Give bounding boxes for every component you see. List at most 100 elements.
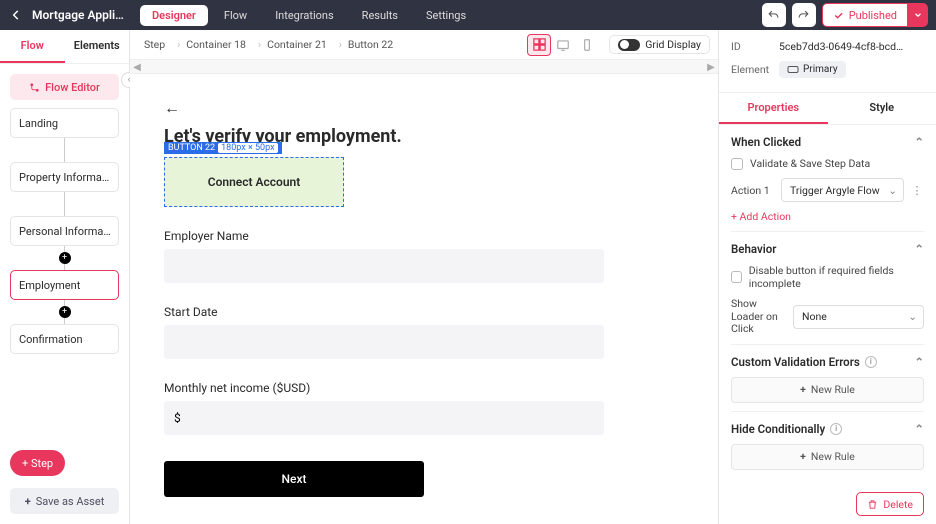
info-icon[interactable]: i <box>830 423 842 435</box>
delete-button[interactable]: Delete <box>856 492 924 516</box>
action1-menu-button[interactable]: ⋮ <box>910 184 924 197</box>
step-confirmation[interactable]: Confirmation <box>10 324 119 354</box>
publish-button[interactable]: Published <box>822 3 908 27</box>
add-action-link[interactable]: + Add Action <box>731 210 791 223</box>
panel-tab-style[interactable]: Style <box>828 93 936 124</box>
app-title: Mortgage Applic… <box>32 8 128 22</box>
add-step-inline-icon[interactable]: + <box>59 252 71 264</box>
validate-checkbox-row: Validate & Save Step Data <box>731 157 924 170</box>
viewport-desktop-button[interactable] <box>527 34 551 56</box>
undo-icon <box>767 9 780 22</box>
desktop-icon <box>532 37 547 52</box>
step-personal[interactable]: Personal Informa… <box>10 216 119 246</box>
element-type-chip[interactable]: Primary <box>779 61 846 78</box>
crumb-button22[interactable]: Button 22 <box>333 36 399 53</box>
cve-new-rule-button[interactable]: +New Rule <box>731 377 924 403</box>
publish-label: Published <box>849 9 897 22</box>
tab-designer[interactable]: Designer <box>140 5 208 26</box>
loader-select[interactable]: None <box>793 305 924 329</box>
loader-label: Show Loader on Click <box>731 298 787 336</box>
step-connector <box>10 138 119 162</box>
back-button[interactable] <box>8 7 24 23</box>
validate-label: Validate & Save Step Data <box>750 157 870 170</box>
step-connector[interactable]: + <box>10 300 119 324</box>
step-connector <box>10 192 119 216</box>
arrow-left-icon <box>9 8 23 22</box>
undo-button[interactable] <box>762 3 786 27</box>
income-input[interactable] <box>164 401 604 435</box>
crumb-c21[interactable]: Container 21 <box>252 36 333 53</box>
section-when-clicked: When Clicked⌃ Validate & Save Step Data … <box>731 125 924 232</box>
employer-label: Employer Name <box>164 229 684 243</box>
check-icon <box>833 10 844 21</box>
selection-label: BUTTON 22 180px × 50px <box>164 142 282 154</box>
redo-icon <box>797 9 810 22</box>
sidebar-tab-flow[interactable]: Flow <box>0 30 65 63</box>
section-header-when-clicked[interactable]: When Clicked⌃ <box>731 135 924 149</box>
id-value: 5ceb7dd3-0649-4cf8-bcd… <box>779 40 924 53</box>
publish-dropdown[interactable] <box>908 3 928 27</box>
crumb-step[interactable]: Step <box>138 36 171 53</box>
redo-button[interactable] <box>792 3 816 27</box>
ruler-left-button[interactable]: ◀ <box>130 60 144 74</box>
crumb-c18[interactable]: Container 18 <box>171 36 252 53</box>
disable-checkbox-row: Disable button if required fields incomp… <box>731 264 924 290</box>
flow-editor-button[interactable]: Flow Editor <box>10 74 119 100</box>
selected-element-wrapper[interactable]: BUTTON 22 180px × 50px Connect Account <box>164 157 344 207</box>
section-cve: Custom Validation Errors i ⌃ +New Rule <box>731 345 924 412</box>
action1-label: Action 1 <box>731 184 775 197</box>
id-label: ID <box>731 40 779 53</box>
section-header-hide[interactable]: Hide Conditionally i ⌃ <box>731 422 924 436</box>
flow-editor-label: Flow Editor <box>45 81 100 94</box>
button-icon <box>787 65 799 74</box>
grid-display-label: Grid Display <box>645 38 701 51</box>
sidebar-tab-elements[interactable]: Elements <box>65 30 130 63</box>
right-panel: ID 5ceb7dd3-0649-4cf8-bcd… Element Prima… <box>718 30 936 524</box>
save-as-asset-button[interactable]: +Save as Asset <box>10 488 119 514</box>
employer-input[interactable] <box>164 249 604 283</box>
chevron-down-icon <box>913 10 923 20</box>
form-back-button[interactable]: ← <box>164 98 684 118</box>
section-header-behavior[interactable]: Behavior⌃ <box>731 242 924 256</box>
viewport-mobile-button[interactable] <box>575 34 599 56</box>
step-connector[interactable]: + <box>10 246 119 270</box>
ruler-right-button[interactable]: ▶ <box>704 60 718 74</box>
top-nav-tabs: Designer Flow Integrations Results Setti… <box>140 5 478 26</box>
start-date-input[interactable] <box>164 325 604 359</box>
viewport-tablet-button[interactable] <box>551 34 575 56</box>
element-label: Element <box>731 63 779 76</box>
canvas-area: Step Container 18 Container 21 Button 22… <box>130 30 718 524</box>
grid-display-toggle[interactable]: Grid Display <box>609 35 710 54</box>
step-property[interactable]: Property Informa… <box>10 162 119 192</box>
hide-new-rule-button[interactable]: +New Rule <box>731 444 924 470</box>
section-hide: Hide Conditionally i ⌃ +New Rule <box>731 412 924 478</box>
step-landing[interactable]: Landing <box>10 108 119 138</box>
validate-checkbox[interactable] <box>731 158 743 170</box>
left-sidebar: Flow Elements Flow Editor Landing Proper… <box>0 30 130 524</box>
tab-settings[interactable]: Settings <box>414 5 478 26</box>
trash-icon <box>867 499 878 510</box>
next-button[interactable]: Next <box>164 461 424 497</box>
top-bar: Mortgage Applic… Designer Flow Integrati… <box>0 0 936 30</box>
section-header-cve[interactable]: Custom Validation Errors i ⌃ <box>731 355 924 369</box>
mobile-icon <box>580 38 594 52</box>
tablet-icon <box>556 38 570 52</box>
canvas[interactable]: ← Let's verify your employment. BUTTON 2… <box>130 74 718 524</box>
canvas-ruler: ◀ ▶ <box>130 60 718 74</box>
info-icon[interactable]: i <box>865 356 877 368</box>
flow-editor-icon <box>29 82 40 93</box>
tab-integrations[interactable]: Integrations <box>263 5 345 26</box>
panel-tab-properties[interactable]: Properties <box>719 93 828 124</box>
add-step-inline-icon[interactable]: + <box>59 306 71 318</box>
action1-select[interactable]: Trigger Argyle Flow <box>781 178 904 202</box>
connect-account-button[interactable]: Connect Account <box>164 157 344 207</box>
add-step-button[interactable]: + Step <box>10 450 65 476</box>
income-label: Monthly net income ($USD) <box>164 381 684 395</box>
section-behavior: Behavior⌃ Disable button if required fie… <box>731 232 924 345</box>
tab-results[interactable]: Results <box>350 5 410 26</box>
step-employment[interactable]: Employment <box>10 270 119 300</box>
tab-flow[interactable]: Flow <box>212 5 259 26</box>
toggle-switch-icon <box>618 39 640 51</box>
disable-label: Disable button if required fields incomp… <box>749 264 924 290</box>
disable-checkbox[interactable] <box>731 271 742 283</box>
